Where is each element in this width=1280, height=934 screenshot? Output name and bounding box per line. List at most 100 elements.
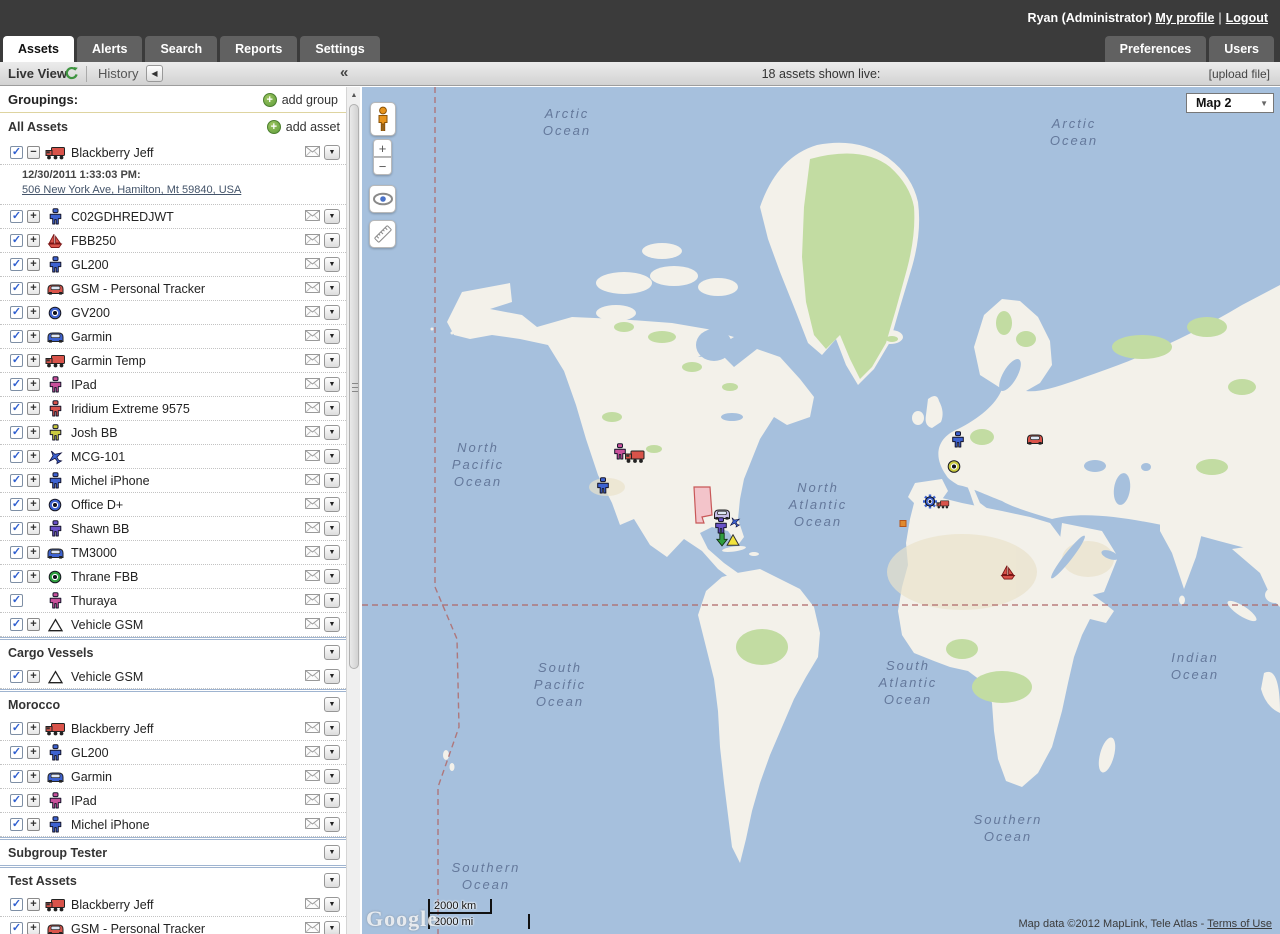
expand-box[interactable]: + (27, 922, 40, 934)
asset-menu-button[interactable]: ▼ (324, 145, 340, 160)
pegman-icon[interactable] (370, 102, 396, 136)
asset-menu-button[interactable]: ▼ (324, 233, 340, 248)
map-marker-person-blue[interactable] (951, 431, 966, 453)
asset-checkbox[interactable]: ✓ (10, 746, 23, 759)
group-menu-button[interactable]: ▼ (324, 645, 340, 660)
envelope-icon[interactable] (305, 816, 320, 834)
zoom-out-button[interactable]: − (373, 157, 392, 175)
expand-box[interactable]: + (27, 618, 40, 631)
asset-checkbox[interactable]: ✓ (10, 522, 23, 535)
tab-alerts[interactable]: Alerts (77, 36, 142, 62)
expand-box[interactable]: + (27, 794, 40, 807)
map-marker-person-blue[interactable] (596, 477, 611, 499)
asset-menu-button[interactable]: ▼ (324, 793, 340, 808)
asset-menu-button[interactable]: ▼ (324, 593, 340, 608)
history-label[interactable]: History (98, 66, 138, 81)
asset-checkbox[interactable]: ✓ (10, 722, 23, 735)
asset-checkbox[interactable]: ✓ (10, 258, 23, 271)
asset-checkbox[interactable]: ✓ (10, 402, 23, 415)
envelope-icon[interactable] (305, 568, 320, 586)
asset-checkbox[interactable]: ✓ (10, 426, 23, 439)
envelope-icon[interactable] (305, 668, 320, 686)
ruler-measure-button[interactable] (369, 220, 396, 248)
envelope-icon[interactable] (305, 472, 320, 490)
asset-menu-button[interactable]: ▼ (324, 721, 340, 736)
envelope-icon[interactable] (305, 616, 320, 634)
my-profile-link[interactable]: My profile (1155, 11, 1214, 25)
envelope-icon[interactable] (305, 232, 320, 250)
asset-checkbox[interactable]: ✓ (10, 770, 23, 783)
asset-checkbox[interactable]: ✓ (10, 570, 23, 583)
expand-box[interactable]: + (27, 330, 40, 343)
asset-checkbox[interactable]: ✓ (10, 670, 23, 683)
envelope-icon[interactable] (305, 400, 320, 418)
envelope-icon[interactable] (305, 520, 320, 538)
logout-link[interactable]: Logout (1226, 11, 1268, 25)
refresh-icon[interactable] (64, 66, 80, 87)
asset-checkbox[interactable]: ✓ (10, 546, 23, 559)
asset-checkbox[interactable]: ✓ (10, 794, 23, 807)
envelope-icon[interactable] (305, 280, 320, 298)
expand-box[interactable]: + (27, 258, 40, 271)
asset-menu-button[interactable]: ▼ (324, 817, 340, 832)
map-marker-ring-yellow[interactable] (947, 460, 961, 479)
expand-box[interactable]: + (27, 770, 40, 783)
expand-box[interactable]: + (27, 818, 40, 831)
zoom-in-button[interactable]: + (373, 139, 392, 157)
envelope-icon[interactable] (305, 896, 320, 914)
visibility-eye-button[interactable] (369, 185, 396, 213)
asset-checkbox[interactable]: ✓ (10, 618, 23, 631)
expand-box[interactable]: + (27, 378, 40, 391)
envelope-icon[interactable] (305, 920, 320, 934)
map-marker-truck-red[interactable] (936, 500, 950, 512)
expand-box[interactable]: + (27, 402, 40, 415)
map-marker-boat-red[interactable] (1000, 565, 1016, 586)
asset-checkbox[interactable]: ✓ (10, 378, 23, 391)
map-marker-car-red[interactable] (1026, 432, 1045, 450)
expand-box[interactable]: + (27, 498, 40, 511)
sidebar-collapse-button[interactable]: « (340, 64, 348, 81)
group-menu-button[interactable]: ▼ (324, 873, 340, 888)
scrollbar-thumb[interactable] (349, 104, 359, 669)
scrollbar-up-arrow[interactable]: ▲ (348, 89, 360, 102)
envelope-icon[interactable] (305, 768, 320, 786)
expand-box[interactable]: + (27, 522, 40, 535)
asset-checkbox[interactable]: ✓ (10, 354, 23, 367)
asset-menu-button[interactable]: ▼ (324, 377, 340, 392)
tab-search[interactable]: Search (145, 36, 217, 62)
asset-checkbox[interactable]: ✓ (10, 234, 23, 247)
asset-menu-button[interactable]: ▼ (324, 497, 340, 512)
asset-menu-button[interactable]: ▼ (324, 425, 340, 440)
tab-settings[interactable]: Settings (300, 36, 379, 62)
envelope-icon[interactable] (305, 592, 320, 610)
expand-box[interactable]: + (27, 546, 40, 559)
history-back-button[interactable]: ◀ (146, 65, 163, 82)
asset-checkbox[interactable]: ✓ (10, 306, 23, 319)
expand-box[interactable]: + (27, 570, 40, 583)
asset-menu-button[interactable]: ▼ (324, 921, 340, 934)
expand-box[interactable]: + (27, 282, 40, 295)
asset-menu-button[interactable]: ▼ (324, 449, 340, 464)
detail-address-link[interactable]: 506 New York Ave, Hamilton, Mt 59840, US… (22, 184, 241, 196)
asset-menu-button[interactable]: ▼ (324, 617, 340, 632)
asset-menu-button[interactable]: ▼ (324, 545, 340, 560)
asset-checkbox[interactable]: ✓ (10, 498, 23, 511)
expand-box[interactable]: + (27, 746, 40, 759)
expand-box[interactable]: + (27, 210, 40, 223)
map-marker-warning-yellow[interactable] (727, 533, 740, 551)
asset-checkbox[interactable]: ✓ (10, 922, 23, 934)
asset-menu-button[interactable]: ▼ (324, 521, 340, 536)
asset-checkbox[interactable]: ✓ (10, 330, 23, 343)
asset-checkbox[interactable]: ✓ (10, 594, 23, 607)
envelope-icon[interactable] (305, 424, 320, 442)
tab-preferences[interactable]: Preferences (1105, 36, 1207, 62)
asset-menu-button[interactable]: ▼ (324, 769, 340, 784)
envelope-icon[interactable] (305, 352, 320, 370)
asset-menu-button[interactable]: ▼ (324, 745, 340, 760)
tab-reports[interactable]: Reports (220, 36, 297, 62)
live-view-label[interactable]: Live View (8, 66, 67, 81)
expand-box[interactable]: + (27, 306, 40, 319)
asset-checkbox[interactable]: ✓ (10, 146, 23, 159)
envelope-icon[interactable] (305, 208, 320, 226)
envelope-icon[interactable] (305, 376, 320, 394)
